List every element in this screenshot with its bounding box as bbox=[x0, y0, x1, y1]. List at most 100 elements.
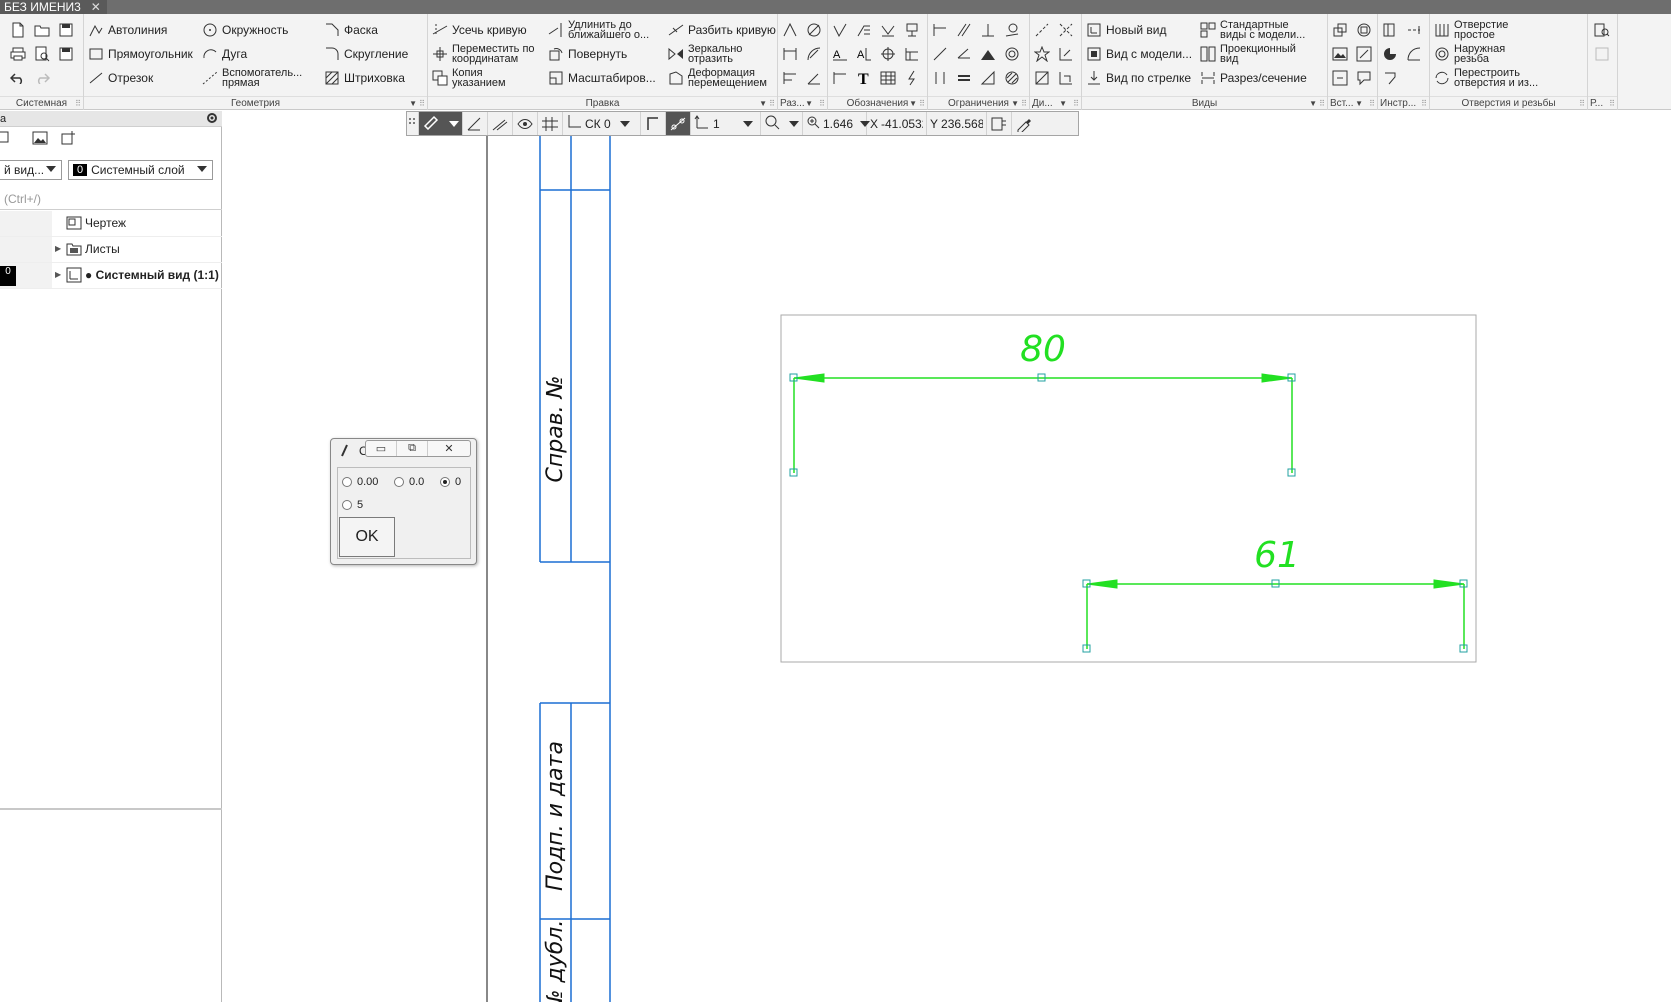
perpendicular-icon[interactable] bbox=[978, 20, 998, 40]
radial-dimension-icon[interactable] bbox=[804, 44, 824, 64]
diameter-icon[interactable] bbox=[804, 20, 824, 40]
simple-hole-button[interactable]: Отверстие простое bbox=[1434, 18, 1508, 42]
add-view-icon[interactable] bbox=[60, 130, 76, 149]
fillet-button[interactable]: Скругление bbox=[324, 44, 408, 64]
document-tab-close-icon[interactable]: ✕ bbox=[91, 0, 101, 14]
precision-option-0.00[interactable]: 0.00 bbox=[342, 476, 378, 488]
hatch-button[interactable]: Штриховка bbox=[324, 68, 405, 88]
text-leader-icon[interactable]: A bbox=[830, 44, 850, 64]
x-coordinate-field[interactable]: X -41.0532 bbox=[867, 112, 927, 135]
vertical-icon[interactable] bbox=[930, 68, 950, 88]
tangent-icon[interactable] bbox=[1002, 20, 1022, 40]
snap-points-icon[interactable] bbox=[666, 112, 691, 135]
view-from-model-button[interactable]: Вид с модели... bbox=[1086, 44, 1192, 64]
mark-leader-icon[interactable]: A bbox=[854, 44, 874, 64]
y-coordinate-field[interactable]: Y 236.5680 bbox=[927, 112, 987, 135]
chamfer-button[interactable]: Фаска bbox=[324, 20, 378, 40]
expand-arrow-icon[interactable]: ▶ bbox=[55, 244, 61, 253]
standard-views-button[interactable]: Стандартные виды с модели... bbox=[1200, 18, 1305, 42]
hatch-constraint-icon[interactable] bbox=[1002, 68, 1022, 88]
view-select[interactable]: й вид... bbox=[0, 160, 62, 180]
grid-icon[interactable] bbox=[538, 112, 563, 135]
expand-arrow-icon[interactable]: ▶ bbox=[55, 270, 61, 279]
dialog-titlebar[interactable]: О ▭ ⧉ ✕ bbox=[331, 439, 476, 461]
toolbar-grip-icon[interactable] bbox=[407, 112, 419, 135]
tool-icon-5[interactable] bbox=[1380, 68, 1400, 88]
rectangle-button[interactable]: Прямоугольник bbox=[88, 44, 193, 64]
projection-view-button[interactable]: Проекционный вид bbox=[1200, 42, 1296, 66]
auxiliary-line-button[interactable]: Вспомогатель... прямая bbox=[202, 66, 302, 90]
external-thread-button[interactable]: Наружная резьба bbox=[1434, 42, 1505, 66]
insert-note-icon[interactable] bbox=[1354, 68, 1374, 88]
insert-link-icon[interactable] bbox=[1330, 68, 1350, 88]
step-select[interactable]: 1 bbox=[691, 112, 761, 135]
visibility-icon[interactable] bbox=[513, 112, 538, 135]
angle-dimension-icon[interactable] bbox=[804, 68, 824, 88]
save-all-icon[interactable] bbox=[56, 44, 76, 64]
circle-button[interactable]: Окружность bbox=[202, 20, 288, 40]
leader-icon[interactable] bbox=[854, 20, 874, 40]
open-folder-icon[interactable] bbox=[32, 20, 52, 40]
image-icon[interactable] bbox=[32, 130, 48, 149]
deform-button[interactable]: Деформация перемещением bbox=[668, 66, 767, 90]
segment-button[interactable]: Отрезок bbox=[88, 68, 153, 88]
roughness-icon[interactable] bbox=[830, 20, 850, 40]
insert-view-icon[interactable] bbox=[1354, 20, 1374, 40]
report-icon[interactable] bbox=[1592, 44, 1612, 64]
precision-option-0[interactable]: 0 bbox=[440, 476, 461, 488]
arrow-direction-icon[interactable] bbox=[830, 68, 850, 88]
insert-fragment-icon[interactable] bbox=[1330, 20, 1350, 40]
equal-icon[interactable] bbox=[954, 68, 974, 88]
section-view-button[interactable]: Разрез/сечение bbox=[1200, 68, 1307, 88]
angle-snap-icon[interactable] bbox=[488, 112, 513, 135]
rotate-button[interactable]: Повернуть bbox=[548, 44, 627, 64]
tool-icon-4[interactable] bbox=[1404, 44, 1424, 64]
section-line-icon[interactable] bbox=[902, 68, 922, 88]
extend-button[interactable]: Удлинить до ближайшего о... bbox=[548, 18, 649, 42]
linear-dimension-icon[interactable] bbox=[780, 44, 800, 64]
ok-button[interactable]: OK bbox=[339, 517, 395, 557]
dimension-value-80[interactable]: 80 bbox=[1020, 329, 1066, 370]
radio-button[interactable] bbox=[394, 477, 404, 487]
undo-icon[interactable] bbox=[8, 68, 28, 88]
copy-button[interactable]: Копия указанием bbox=[432, 66, 506, 90]
radio-button[interactable] bbox=[342, 500, 352, 510]
precision-option-5[interactable]: 5 bbox=[342, 499, 363, 511]
di-icon-4[interactable] bbox=[1056, 44, 1076, 64]
tree-item-sheets[interactable]: ▶ Листы bbox=[0, 237, 222, 263]
arc-button[interactable]: Дуга bbox=[202, 44, 247, 64]
concentric-icon[interactable] bbox=[1002, 44, 1022, 64]
move-by-coordinates-button[interactable]: Переместить по координатам bbox=[432, 42, 535, 66]
gear-icon[interactable] bbox=[205, 111, 219, 130]
scale-button[interactable]: Масштабиров... bbox=[548, 68, 656, 88]
zoom-input[interactable]: 1.646 bbox=[803, 112, 871, 135]
tool-icon-3[interactable] bbox=[1380, 44, 1400, 64]
text-icon[interactable]: T bbox=[854, 68, 874, 88]
fix-point-icon[interactable] bbox=[930, 20, 950, 40]
redo-icon[interactable] bbox=[32, 68, 52, 88]
table-annotation-icon[interactable] bbox=[902, 44, 922, 64]
tolerance-icon[interactable] bbox=[902, 20, 922, 40]
maximize-icon[interactable]: ⧉ bbox=[397, 441, 428, 456]
coordinate-system-select[interactable]: СК 0 bbox=[563, 112, 641, 135]
new-view-button[interactable]: Новый вид bbox=[1086, 20, 1166, 40]
trim-curve-button[interactable]: Усечь кривую bbox=[432, 20, 527, 40]
layer-select[interactable]: 0 Системный слой bbox=[68, 160, 213, 180]
di-icon-3[interactable] bbox=[1032, 44, 1052, 64]
baseline-dimension-icon[interactable] bbox=[780, 68, 800, 88]
di-icon-6[interactable] bbox=[1056, 68, 1076, 88]
minimize-icon[interactable]: ▭ bbox=[366, 441, 397, 456]
dimension-80[interactable] bbox=[789, 373, 1296, 477]
new-document-icon[interactable] bbox=[8, 20, 28, 40]
arrow-view-button[interactable]: Вид по стрелке bbox=[1086, 68, 1191, 88]
close-icon[interactable]: ✕ bbox=[428, 441, 470, 456]
document-tab[interactable]: БЕЗ ИМЕНИ3 ✕ bbox=[0, 0, 107, 14]
di-icon-2[interactable] bbox=[1056, 20, 1076, 40]
dimension-61[interactable] bbox=[1082, 579, 1468, 653]
preview-icon[interactable] bbox=[32, 44, 52, 64]
collinear-icon[interactable] bbox=[930, 44, 950, 64]
tree-search-input[interactable]: (Ctrl+/) bbox=[0, 188, 222, 210]
symmetry-icon[interactable] bbox=[978, 44, 998, 64]
radio-button[interactable] bbox=[342, 477, 352, 487]
tree-filter-icon[interactable] bbox=[0, 130, 16, 149]
